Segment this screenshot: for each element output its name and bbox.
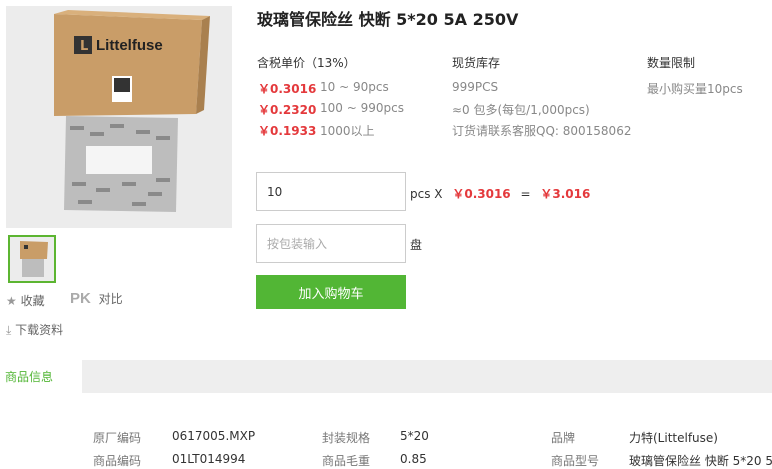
download-label: 下载资料: [15, 323, 64, 337]
unit-x-label: pcs X: [410, 187, 443, 201]
tier-range-2: 100 ~ 990pcs: [320, 101, 404, 115]
spec-label: 原厂编码: [93, 431, 142, 445]
tier-price-1: ￥0.3016: [258, 82, 317, 96]
spec-value: 0.85: [400, 452, 427, 466]
spec-label: 封装规格: [322, 431, 371, 445]
equals-sign: =: [520, 187, 531, 201]
spec-value: 01LT014994: [172, 452, 246, 466]
spec-value: 0617005.MXP: [172, 429, 256, 443]
stock-contact: 订货请联系客服QQ: 800158062: [452, 124, 632, 138]
product-image: L Littelfuse: [6, 6, 232, 228]
stock-header: 现货库存: [452, 56, 501, 70]
download-link[interactable]: ⤓ 下载资料: [6, 321, 63, 338]
favorite-link[interactable]: ★ 收藏: [6, 292, 45, 309]
product-title: 玻璃管保险丝 快断 5*20 5A 250V: [257, 10, 519, 29]
star-icon: ★: [6, 294, 17, 308]
quantity-value: 10: [267, 184, 283, 199]
spec-value: 玻璃管保险丝 快断 5*20 5...: [629, 454, 772, 468]
product-thumbnail[interactable]: [8, 235, 56, 283]
pack-unit: 盘: [410, 238, 423, 252]
brand-logo-text: Littelfuse: [96, 37, 163, 54]
calc-unit-price: ￥0.3016: [452, 187, 511, 201]
spec-label: 品牌: [551, 431, 576, 445]
spec-label: 商品型号: [551, 454, 600, 468]
spec-value: 力特(Littelfuse): [629, 431, 718, 445]
pack-input[interactable]: 按包装输入: [256, 224, 406, 263]
limit-text: 最小购买量10pcs: [647, 82, 743, 96]
spec-label: 商品编码: [93, 454, 142, 468]
quantity-input[interactable]: 10: [256, 172, 406, 211]
order-calculation: pcs X ￥0.3016 = ￥3.016: [410, 185, 590, 202]
tab-product-info[interactable]: 商品信息: [0, 360, 82, 393]
stock-packs: ≈0 包多(每包/1,000pcs): [452, 103, 590, 117]
tier-range-3: 1000以上: [320, 124, 375, 138]
tier-range-1: 10 ~ 90pcs: [320, 80, 389, 94]
spec-label: 商品毛重: [322, 454, 371, 468]
compare-pk-badge: PK: [70, 290, 91, 307]
compare-link[interactable]: PK 对比: [70, 290, 123, 307]
limit-header: 数量限制: [647, 56, 696, 70]
svg-text:L: L: [80, 39, 88, 54]
spec-value: 5*20: [400, 429, 429, 443]
compare-label: 对比: [98, 292, 123, 306]
calc-total: ￥3.016: [540, 187, 591, 201]
price-header: 含税单价（13%）: [257, 56, 356, 70]
pack-placeholder: 按包装输入: [267, 237, 328, 251]
tier-price-3: ￥0.1933: [258, 124, 317, 138]
download-icon: ⤓: [6, 323, 12, 337]
tier-price-2: ￥0.2320: [258, 103, 317, 117]
add-to-cart-button[interactable]: 加入购物车: [256, 275, 406, 309]
favorite-label: 收藏: [20, 294, 45, 308]
tab-bar: [0, 360, 772, 393]
stock-qty: 999PCS: [452, 80, 499, 94]
